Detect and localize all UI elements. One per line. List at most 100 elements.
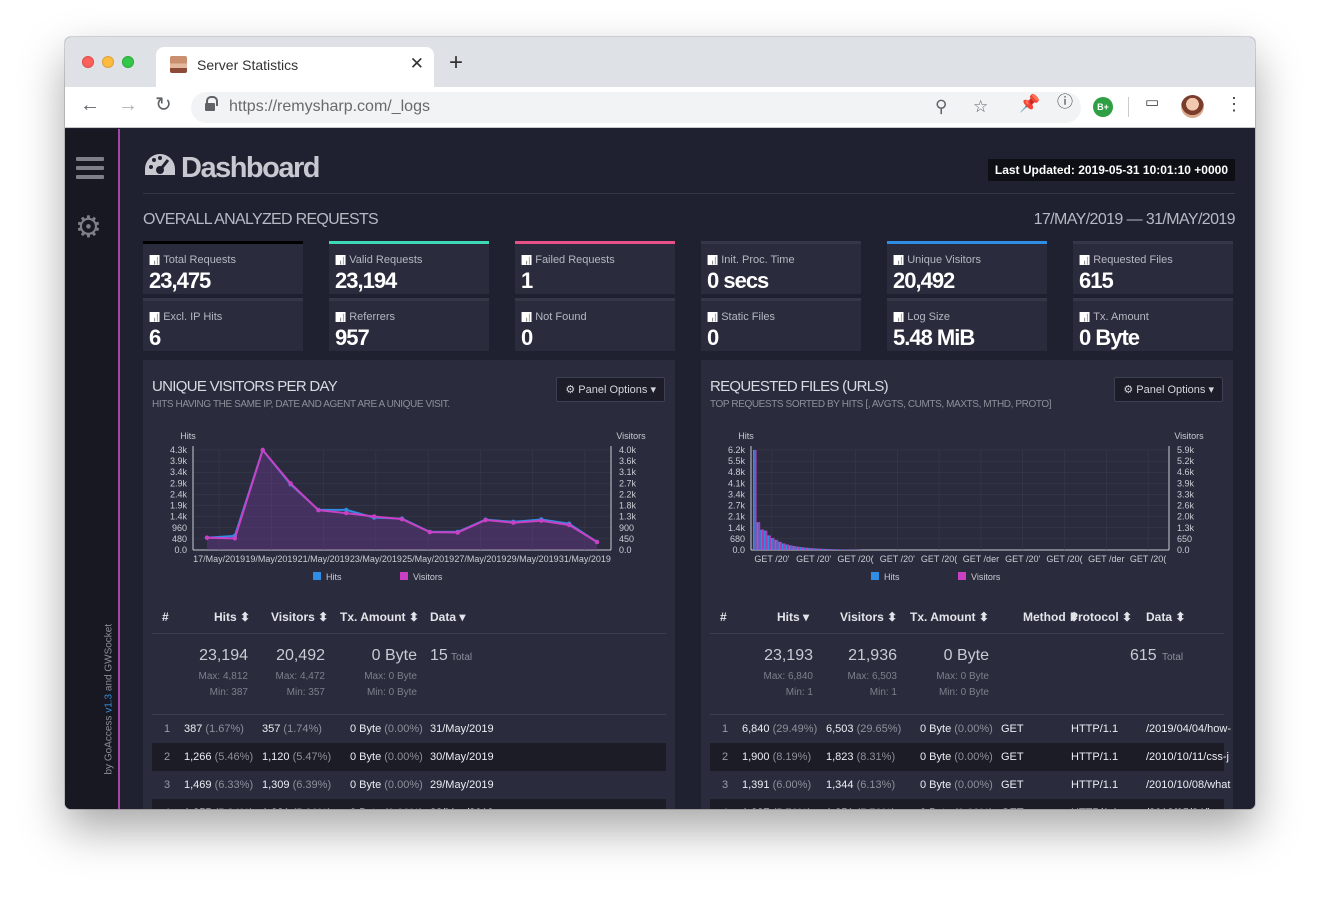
tx-cell-value: 0 Byte xyxy=(350,779,382,791)
summary-total: 615 xyxy=(1130,647,1157,664)
column-header[interactable]: Tx. Amount ⬍ xyxy=(910,610,989,624)
forward-arrow-icon[interactable]: → xyxy=(118,95,138,115)
visitors-cell-percent: (1.74%) xyxy=(283,723,322,735)
y-right-tick-label: 4.0k xyxy=(619,445,637,455)
chart-legend: Hits Visitors xyxy=(871,572,1001,582)
visitors-cell-value: 1,221 xyxy=(262,807,290,809)
close-window-button[interactable] xyxy=(82,56,94,68)
column-header[interactable]: Hits ⬍ xyxy=(214,610,250,624)
y-tick-label: 1.4k xyxy=(170,512,188,522)
reload-icon[interactable]: ↻ xyxy=(155,95,172,115)
stat-label: Total Requests xyxy=(149,254,236,266)
table-row[interactable]: 1 387 (1.67%) 357 (1.74%) 0 Byte (0.00%) 31/… xyxy=(152,715,666,743)
protocol-cell: HTTP/1.1 xyxy=(1071,807,1118,809)
data-cell: /2010/10/08/what xyxy=(1146,779,1230,791)
bar-visitors xyxy=(823,548,825,550)
browser-tab[interactable]: Server Statistics ✕ xyxy=(156,47,434,87)
back-arrow-icon[interactable]: ← xyxy=(80,95,100,115)
summary-total: 15 xyxy=(430,647,448,664)
info-icon[interactable]: ⓘ xyxy=(1057,95,1073,111)
bar-hits xyxy=(821,548,824,550)
tx-cell: 0 Byte (0.00%) xyxy=(350,779,423,791)
tab-close-button[interactable]: ✕ xyxy=(410,54,424,74)
hits-cell-percent: (1.67%) xyxy=(205,723,244,735)
y-right-tick-label: 2.2k xyxy=(619,489,637,499)
tx-cell-percent: (0.00%) xyxy=(954,751,993,763)
visitors-cell: 357 (1.74%) xyxy=(262,723,322,735)
column-header[interactable]: Hits ▾ xyxy=(777,610,809,624)
protocol-cell-value: HTTP/1.1 xyxy=(1071,751,1119,763)
date-cell: 28/May/2019 xyxy=(430,807,494,809)
stat-label: Tx. Amount xyxy=(1079,311,1149,323)
cast-icon[interactable]: ▭ xyxy=(1145,95,1159,110)
minimize-window-button[interactable] xyxy=(102,56,114,68)
version-link[interactable]: v1.3 xyxy=(104,694,115,713)
bar-visitors xyxy=(841,549,843,550)
series-line-visitors-point xyxy=(566,522,572,528)
column-header[interactable]: Visitors ⬍ xyxy=(840,610,897,624)
visitors-cell: 6,503 (29.65%) xyxy=(826,723,901,735)
gear-icon[interactable]: ⚙ xyxy=(75,213,102,243)
chart-legend: Hits Visitors xyxy=(313,572,443,582)
bookmark-star-icon[interactable]: ☆ xyxy=(973,97,988,117)
y-right-tick-label: 3.9k xyxy=(1177,478,1195,488)
zoom-icon[interactable]: ⚲ xyxy=(935,97,947,117)
summary-hits-max: Max: 4,812 xyxy=(198,671,248,682)
bar-hits xyxy=(832,549,834,550)
maximize-window-button[interactable] xyxy=(122,56,134,68)
summary-visitors-max: Max: 4,472 xyxy=(275,671,325,682)
tx-cell-value: 0 Byte xyxy=(920,807,951,809)
table-row[interactable]: 2 1,900 (8.19%) 1,823 (8.31%) 0 Byte (0.00%… xyxy=(710,743,1229,771)
x-tick-label: 29/May/2019 xyxy=(507,554,559,564)
table-row[interactable]: 4 1,355 (5.84%) 1,221 (5.96%) 0 Byte (0.00%… xyxy=(152,799,666,809)
table-row[interactable]: 3 1,469 (6.33%) 1,309 (6.39%) 0 Byte (0.00%… xyxy=(152,771,666,799)
panel-options-button[interactable]: ⚙ Panel Options ▾ xyxy=(556,377,665,402)
summary-visitors-min: Min: 1 xyxy=(869,687,897,698)
protocol-cell: HTTP/1.1 xyxy=(1071,723,1118,735)
bar-hits xyxy=(763,530,766,550)
table-row[interactable]: 1 6,840 (29.49%) 6,503 (29.65%) 0 Byte (0.0… xyxy=(710,715,1231,743)
stat-label: Log Size xyxy=(893,311,950,323)
bar-visitors xyxy=(794,546,797,550)
visitors-cell-value: 357 xyxy=(262,723,281,735)
x-tick-label: GET /20( xyxy=(1046,554,1082,564)
bar-visitors xyxy=(834,549,836,550)
menu-kebab-icon[interactable]: ⋮ xyxy=(1225,95,1243,113)
profile-avatar[interactable] xyxy=(1181,95,1204,118)
column-header[interactable]: Data ▾ xyxy=(430,610,465,624)
column-header[interactable]: Visitors ⬍ xyxy=(271,610,328,624)
table-row[interactable]: 3 1,391 (6.00%) 1,344 (6.13%) 0 Byte (0.00%… xyxy=(710,771,1230,799)
method-cell: GET xyxy=(1001,779,1024,791)
hamburger-menu-icon[interactable] xyxy=(76,157,104,179)
extension-badge[interactable]: B+ xyxy=(1093,97,1113,117)
tx-cell: 0 Byte (0.00%) xyxy=(920,723,993,735)
column-header[interactable]: Protocol ⬍ xyxy=(1070,610,1132,624)
stat-value: 20,492 xyxy=(893,268,955,293)
tx-cell-percent: (0.00%) xyxy=(954,779,993,791)
series-line-visitors-point xyxy=(371,514,377,519)
date-cell: 30/May/2019 xyxy=(430,751,494,763)
x-tick-label: GET /20( xyxy=(921,554,957,564)
legend-swatch-visitors xyxy=(400,572,408,580)
bar-hits xyxy=(785,544,788,550)
visitors-cell-value: 1,344 xyxy=(826,779,854,791)
panel-title: UNIQUE VISITORS PER DAY xyxy=(152,378,338,395)
tx-cell-percent: (0.00%) xyxy=(954,723,993,735)
axes: 6.2k 5.9k 5.5k 5.2k 4.8k 4.6k 4.1k 3.9k 3.4k 3.3k… xyxy=(728,431,1204,582)
column-header[interactable]: Data ⬍ xyxy=(1146,610,1185,624)
bar-hits xyxy=(843,549,845,550)
legend-label-hits: Hits xyxy=(326,572,342,582)
address-bar[interactable]: https://remysharp.com/_logs ⚲ ☆ xyxy=(191,92,1081,123)
column-header[interactable]: Tx. Amount ⬍ xyxy=(340,610,419,624)
toolbar-divider xyxy=(1128,97,1129,117)
panel-options-button[interactable]: ⚙ Panel Options ▾ xyxy=(1114,377,1223,402)
new-tab-button[interactable]: + xyxy=(449,51,463,75)
bar-hits xyxy=(781,543,784,550)
bar-hits xyxy=(807,547,809,550)
tab-strip: Server Statistics ✕ + xyxy=(65,37,1255,87)
pin-icon[interactable]: 📌 xyxy=(1019,95,1040,112)
table-row[interactable]: 4 1,337 (5.76%) 1,251 (5.70%) 0 Byte (0.00%… xyxy=(710,799,1227,809)
stat-value: 1 xyxy=(521,268,533,293)
column-header: # xyxy=(162,610,169,624)
table-row[interactable]: 2 1,266 (5.46%) 1,120 (5.47%) 0 Byte (0.00%… xyxy=(152,743,666,771)
